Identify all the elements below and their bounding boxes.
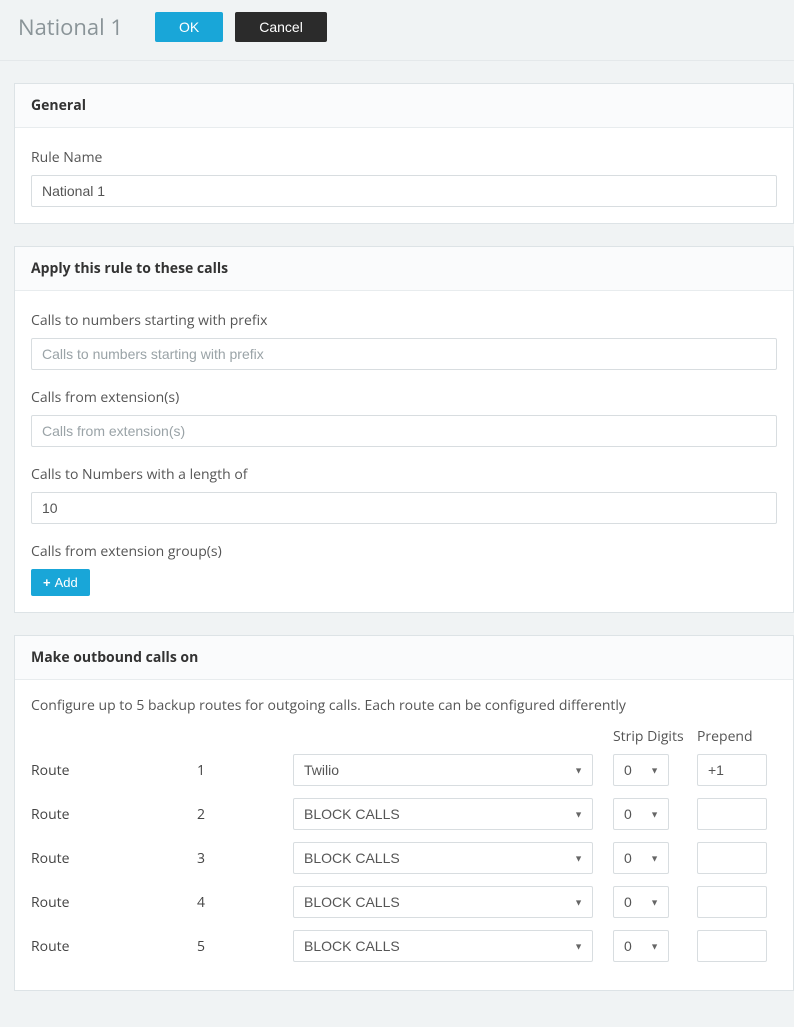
route-row: Route4BLOCK CALLS▼0▼ [31,886,777,918]
rule-name-input[interactable] [31,175,777,207]
length-input[interactable] [31,492,777,524]
strip-digits-select[interactable]: 0 [613,798,669,830]
route-label: Route [31,893,197,912]
route-label: Route [31,761,197,780]
prepend-header: Prepend [697,727,777,746]
prepend-input[interactable] [697,886,767,918]
route-row: Route5BLOCK CALLS▼0▼ [31,930,777,962]
outbound-helper-text: Configure up to 5 backup routes for outg… [31,696,777,715]
general-panel: General Rule Name [14,83,794,224]
route-number: 3 [197,849,293,868]
strip-digits-select[interactable]: 0 [613,842,669,874]
add-extension-group-button[interactable]: + Add [31,569,90,596]
route-label: Route [31,805,197,824]
routes-table: Strip Digits Prepend Route1Twilio▼0▼Rout… [31,727,777,962]
route-number: 5 [197,937,293,956]
add-button-label: Add [55,575,78,590]
route-label: Route [31,849,197,868]
general-panel-title: General [15,84,793,128]
prefix-label: Calls to numbers starting with prefix [31,311,777,330]
route-number: 4 [197,893,293,912]
route-row: Route3BLOCK CALLS▼0▼ [31,842,777,874]
outbound-panel-title: Make outbound calls on [15,636,793,680]
route-provider-select[interactable]: Twilio [293,754,593,786]
route-provider-select[interactable]: BLOCK CALLS [293,798,593,830]
strip-digits-header: Strip Digits [613,727,697,746]
apply-rule-panel-title: Apply this rule to these calls [15,247,793,291]
cancel-button[interactable]: Cancel [235,12,327,42]
extensions-input[interactable] [31,415,777,447]
strip-digits-select[interactable]: 0 [613,886,669,918]
route-number: 1 [197,761,293,780]
extensions-label: Calls from extension(s) [31,388,777,407]
extension-groups-label: Calls from extension group(s) [31,542,777,561]
length-label: Calls to Numbers with a length of [31,465,777,484]
route-row: Route1Twilio▼0▼ [31,754,777,786]
plus-icon: + [43,575,51,590]
outbound-panel: Make outbound calls on Configure up to 5… [14,635,794,991]
route-row: Route2BLOCK CALLS▼0▼ [31,798,777,830]
apply-rule-panel: Apply this rule to these calls Calls to … [14,246,794,613]
page-header: National 1 OK Cancel [0,0,794,61]
route-number: 2 [197,805,293,824]
page-title: National 1 [18,12,123,42]
prepend-input[interactable] [697,798,767,830]
prepend-input[interactable] [697,842,767,874]
prefix-input[interactable] [31,338,777,370]
strip-digits-select[interactable]: 0 [613,754,669,786]
strip-digits-select[interactable]: 0 [613,930,669,962]
route-provider-select[interactable]: BLOCK CALLS [293,930,593,962]
route-provider-select[interactable]: BLOCK CALLS [293,886,593,918]
route-provider-select[interactable]: BLOCK CALLS [293,842,593,874]
prepend-input[interactable] [697,754,767,786]
rule-name-label: Rule Name [31,148,777,167]
route-label: Route [31,937,197,956]
ok-button[interactable]: OK [155,12,223,42]
prepend-input[interactable] [697,930,767,962]
